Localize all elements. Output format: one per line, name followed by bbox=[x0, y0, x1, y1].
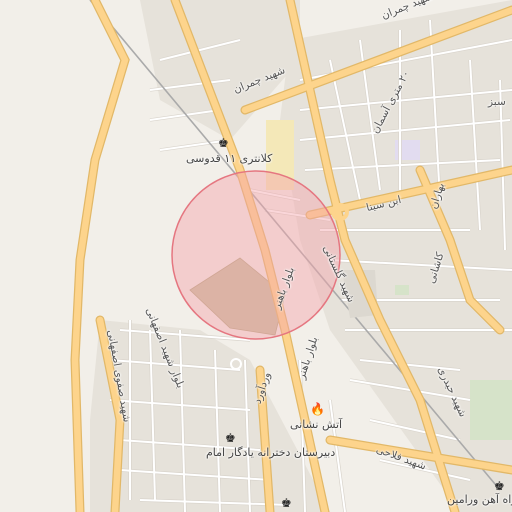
park-area-small bbox=[395, 285, 409, 295]
fire-station-icon: 🔥 bbox=[310, 402, 325, 416]
school-icon-bottom: ♚ bbox=[281, 496, 292, 510]
school-icon: ♚ bbox=[225, 431, 236, 445]
school-label: دبیرستان دخترانه یادگار امام bbox=[206, 446, 336, 459]
fire-station-label: آتش نشانی bbox=[290, 418, 343, 431]
train-station-icon: ♚ bbox=[494, 479, 505, 493]
police-icon: ♚ bbox=[218, 136, 229, 150]
highlight-circle[interactable] bbox=[171, 170, 341, 340]
park-area bbox=[470, 380, 512, 440]
map-view[interactable]: کلانتری ۱۱ قدوسی ♚ آتش نشانی 🔥 دبیرستان … bbox=[0, 0, 512, 512]
police-station-label: کلانتری ۱۱ قدوسی bbox=[186, 152, 273, 165]
train-station-label: راه آهن ورامین bbox=[447, 493, 512, 506]
road-label-sabz: سبز bbox=[488, 96, 506, 108]
